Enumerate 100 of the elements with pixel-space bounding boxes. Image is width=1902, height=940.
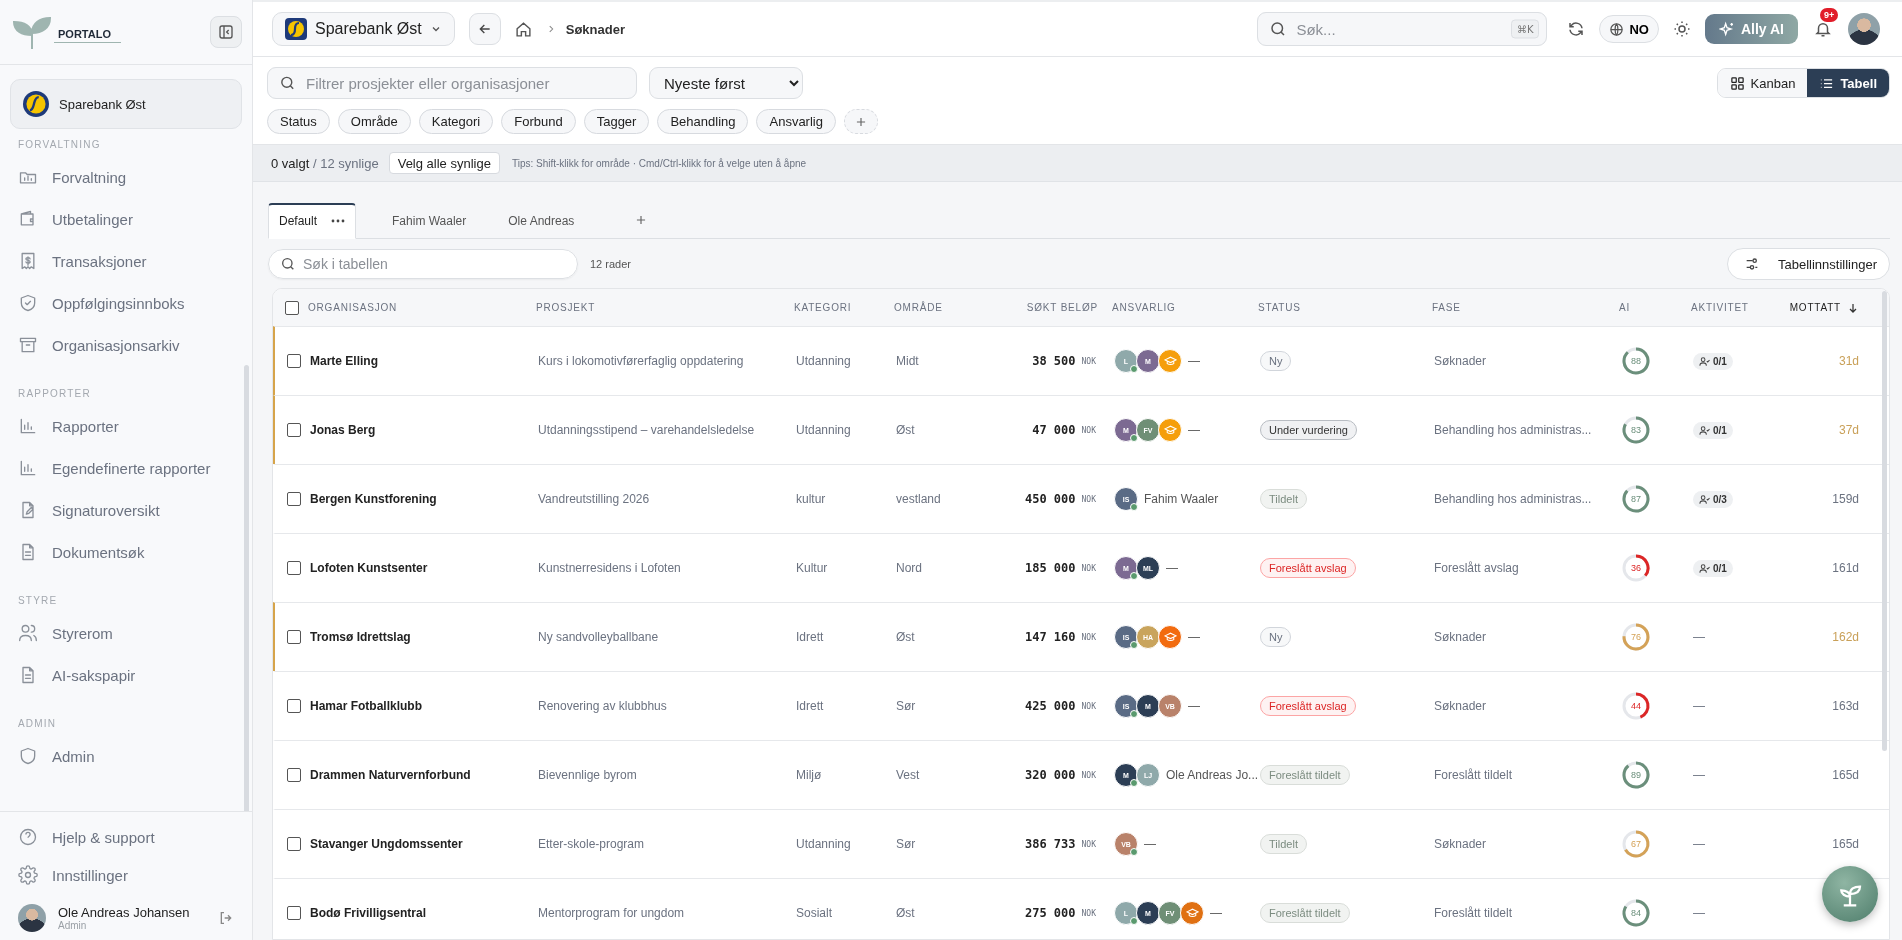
row-checkbox[interactable]	[286, 492, 301, 506]
user-avatar[interactable]	[1848, 13, 1880, 45]
row-checkbox[interactable]	[286, 630, 301, 644]
ai-score: 88	[1631, 356, 1641, 366]
column-header[interactable]: AKTIVITET	[1691, 302, 1749, 313]
currency-label: NOK	[1081, 356, 1096, 366]
logout-icon[interactable]	[218, 910, 234, 926]
project-cell: Vandreutstilling 2026	[538, 492, 650, 506]
filter-chip[interactable]: Kategori	[418, 109, 494, 134]
project-cell: Bievennlige byrom	[538, 768, 637, 782]
ai-score: 67	[1631, 839, 1641, 849]
assignee-name: Fahim Waaler	[1144, 492, 1219, 506]
more-icon[interactable]	[331, 219, 346, 223]
activity-count: 0/1	[1713, 355, 1727, 367]
collapse-sidebar-button[interactable]	[210, 16, 242, 48]
bank-logo-icon	[285, 18, 307, 40]
project-cell: Renovering av klubbhus	[538, 699, 667, 713]
organization-cell: Stavanger Ungdomssenter	[310, 837, 463, 851]
filter-chip[interactable]: Forbund	[501, 109, 576, 134]
phase-cell: Foreslått tildelt	[1434, 906, 1513, 920]
refresh-icon[interactable]	[1567, 20, 1586, 38]
nav-item[interactable]: AI-sakspapir	[10, 654, 242, 696]
phase-cell: Foreslått avslag	[1434, 561, 1519, 575]
bell-icon[interactable]	[1814, 20, 1832, 38]
filter-chip[interactable]: Ansvarlig	[756, 109, 836, 134]
organization-cell: Marte Elling	[310, 354, 378, 368]
column-header[interactable]: MOTTATT	[1789, 302, 1841, 313]
activity-cell: —	[1693, 699, 1705, 713]
activity-count: 0/1	[1713, 562, 1727, 574]
nav-item[interactable]: Transaksjoner	[10, 240, 242, 282]
sort-descending-icon[interactable]	[1847, 301, 1859, 314]
ai-score: 83	[1631, 425, 1641, 435]
amount-cell: 450 000	[1024, 492, 1076, 506]
filter-chip[interactable]: Tagger	[583, 109, 650, 134]
view-toggle-tab[interactable]: Kanban	[1717, 69, 1808, 97]
category-cell: kultur	[796, 492, 826, 506]
view-toggle-tab[interactable]: Tabell	[1807, 69, 1889, 97]
phase-cell: Søknader	[1434, 699, 1487, 713]
column-header[interactable]: PROSJEKT	[536, 302, 596, 313]
home-icon[interactable]	[514, 20, 532, 38]
currency-label: NOK	[1081, 563, 1096, 573]
sort-dropdown[interactable]: Nyeste først	[649, 67, 803, 99]
ai-score-ring	[1622, 692, 1650, 720]
column-header[interactable]: KATEGORI	[794, 302, 852, 313]
column-header[interactable]: STATUS	[1258, 302, 1301, 313]
ai-assistant-button[interactable]: Ally AI	[1704, 14, 1798, 44]
scrollbar[interactable]	[1882, 291, 1887, 751]
nav-item[interactable]: Organisasjonsarkiv	[10, 324, 242, 366]
ai-score-ring	[1622, 830, 1650, 858]
back-button[interactable]	[468, 13, 501, 45]
category-cell: Utdanning	[796, 837, 851, 851]
filter-chip[interactable]: Behandling	[657, 109, 749, 134]
select-all-checkbox[interactable]	[284, 300, 299, 315]
table-search-field[interactable]: Søk i tabellen	[268, 249, 578, 279]
nav-item[interactable]: Innstillinger	[10, 856, 242, 894]
nav-item[interactable]: Oppfølgingsinnboks	[10, 282, 242, 324]
row-checkbox[interactable]	[286, 837, 301, 851]
column-header[interactable]: FASE	[1432, 302, 1461, 313]
user-avatar[interactable]	[18, 904, 46, 932]
assignee-name: —	[1210, 906, 1222, 920]
nav-item[interactable]: Egendefinerte rapporter	[10, 447, 242, 489]
project-cell: Kurs i lokomotivførerfaglig oppdatering	[538, 354, 744, 368]
area-cell: Øst	[896, 423, 915, 437]
section-heading: RAPPORTER	[17, 387, 92, 401]
filter-chip[interactable]: Status	[267, 109, 330, 134]
filter-search-field[interactable]: Filtrer prosjekter eller organisasjoner	[267, 67, 637, 99]
row-checkbox[interactable]	[286, 354, 301, 368]
row-checkbox[interactable]	[286, 768, 301, 782]
sun-icon[interactable]	[1672, 20, 1691, 38]
filter-chip[interactable]: Område	[337, 109, 411, 134]
nav-item[interactable]: Styrerom	[10, 612, 242, 654]
row-checkbox[interactable]	[286, 699, 301, 713]
nav-item[interactable]: Hjelp & support	[10, 818, 242, 856]
column-header[interactable]: OMRÅDE	[894, 302, 943, 313]
row-checkbox[interactable]	[286, 423, 301, 437]
view-tab[interactable]: Default	[268, 202, 357, 239]
scrollbar[interactable]	[244, 365, 249, 811]
nav-item[interactable]: Forvaltning	[10, 156, 242, 198]
view-tab[interactable]: Fahim Waaler	[380, 202, 487, 238]
nav-item[interactable]: Utbetalinger	[10, 198, 242, 240]
table-settings-button[interactable]: Tabellinnstillinger	[1727, 248, 1890, 280]
column-header[interactable]: ORGANISASJON	[308, 302, 398, 313]
organization-switcher[interactable]: Sparebank Øst	[10, 79, 242, 129]
nav-item[interactable]: Admin	[10, 735, 242, 777]
received-cell: 165d	[1832, 768, 1859, 782]
currency-label: NOK	[1081, 908, 1096, 918]
column-header[interactable]: SØKT BELØP	[1026, 302, 1098, 313]
row-checkbox[interactable]	[286, 561, 301, 575]
column-header[interactable]: ANSVARLIG	[1112, 302, 1176, 313]
row-checkbox[interactable]	[286, 906, 301, 920]
status-badge: Foreslått avslag	[1260, 696, 1356, 716]
shield-check-icon	[18, 293, 38, 313]
nav-item[interactable]: Signaturoversikt	[10, 489, 242, 531]
view-tab[interactable]: Ole Andreas	[496, 202, 595, 238]
organization-dropdown[interactable]: Sparebank Øst	[272, 12, 455, 46]
language-button[interactable]: NO	[1599, 15, 1659, 43]
nav-item[interactable]: Dokumentsøk	[10, 531, 242, 573]
nav-item[interactable]: Rapporter	[10, 405, 242, 447]
select-all-button[interactable]: Velg alle synlige	[388, 152, 500, 174]
column-header[interactable]: AI	[1619, 302, 1631, 313]
